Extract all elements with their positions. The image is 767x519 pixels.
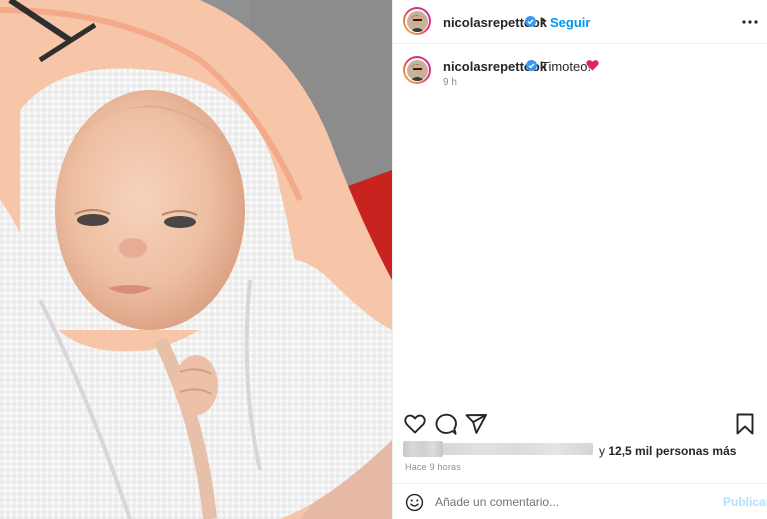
post-timestamp[interactable]: Hace 9 horas [405,462,461,472]
verified-badge-icon [525,16,536,27]
follow-button[interactable]: Seguir [550,15,590,30]
comment-bubble-icon[interactable] [434,412,458,436]
bookmark-icon[interactable] [733,412,757,436]
caption-text: Timoteo! [541,59,592,74]
verified-badge-icon [526,60,537,71]
baby-photo [0,0,392,519]
post-header: nicolasrepettook • Seguir [393,0,767,44]
avatar-photo [406,10,428,32]
caption: nicolasrepettook Timoteo! 9 h [393,52,767,92]
post-side-panel: nicolasrepettook • Seguir nicolasrepetto… [392,0,767,519]
red-heart-emoji-icon [586,60,599,71]
caption-avatar[interactable] [403,56,431,84]
avatar-photo [406,59,428,81]
liked-by-names-blurred [443,443,593,455]
heart-outline-icon[interactable] [403,412,427,436]
comment-bar: Publicar [393,483,767,519]
author-avatar[interactable] [403,7,431,35]
smiley-icon[interactable] [405,493,424,512]
action-bar [393,408,767,438]
publish-button[interactable]: Publicar [723,495,767,509]
comment-input[interactable] [435,494,715,510]
likes-summary[interactable]: y 12,5 mil personas más [403,441,763,459]
separator-dot: • [541,13,546,27]
paper-plane-icon[interactable] [464,412,488,436]
post-image[interactable] [0,0,392,519]
likes-count-text: y 12,5 mil personas más [599,444,737,458]
liked-by-avatars-blurred [403,441,443,457]
more-horizontal-icon[interactable] [739,12,761,32]
instagram-post: nicolasrepettook • Seguir nicolasrepetto… [0,0,767,519]
caption-time[interactable]: 9 h [443,77,457,88]
